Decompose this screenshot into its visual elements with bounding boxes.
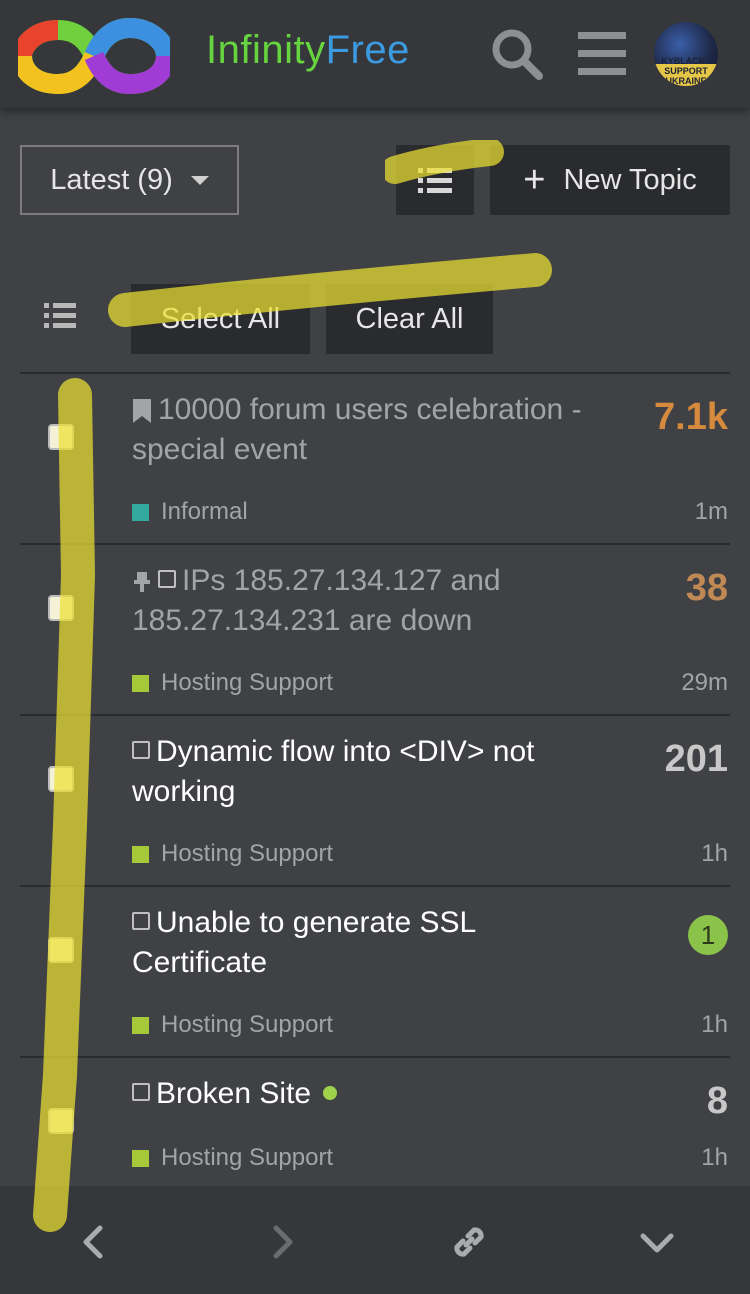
new-topic-button[interactable]: + New Topic	[490, 145, 730, 215]
topic-title-text: Broken Site	[156, 1077, 312, 1110]
brand-part-free: Free	[325, 28, 410, 72]
topic-age[interactable]: 1m	[695, 498, 728, 526]
topic-checkbox[interactable]	[48, 595, 74, 621]
topic-checkbox[interactable]	[48, 937, 74, 963]
category-label: Hosting Support	[161, 840, 334, 867]
topic-category[interactable]: Hosting Support	[132, 1011, 333, 1039]
topic-title[interactable]: IPs 185.27.134.127 and 185.27.134.231 ar…	[132, 561, 602, 641]
topic-row[interactable]: Unable to generate SSL Certificate Hosti…	[20, 885, 730, 1056]
topic-category[interactable]: Hosting Support	[132, 1144, 333, 1172]
category-label: Hosting Support	[161, 1011, 334, 1038]
topic-row[interactable]: 10000 forum users celebration - special …	[20, 372, 730, 543]
new-topic-label: New Topic	[563, 163, 697, 196]
category-color-swatch	[132, 674, 149, 692]
latest-filter-dropdown[interactable]: Latest (9)	[20, 145, 239, 215]
back-arrow-icon[interactable]	[74, 1222, 114, 1262]
unsolved-icon	[132, 912, 150, 931]
select-all-label: Select All	[160, 302, 281, 335]
category-label: Hosting Support	[161, 669, 334, 696]
reply-count[interactable]: 8	[707, 1080, 728, 1123]
topic-age[interactable]: 1h	[701, 840, 728, 868]
new-topic-dot-icon	[323, 1086, 338, 1100]
category-label: Hosting Support	[161, 1144, 334, 1171]
chevron-down-icon[interactable]	[637, 1222, 677, 1262]
user-avatar[interactable]: KYBLACK · SUPPORT UKRAINE	[654, 22, 718, 86]
clear-all-label: Clear All	[355, 302, 464, 335]
topic-checkbox[interactable]	[48, 766, 74, 792]
reply-count[interactable]: 7.1k	[654, 396, 728, 439]
reply-count[interactable]: 38	[686, 567, 728, 610]
site-header: InfinityFree KYBLACK · SUPPORT UKRAINE	[0, 0, 750, 108]
topic-title[interactable]: Unable to generate SSL Certificate	[132, 903, 602, 983]
unsolved-icon	[158, 570, 176, 589]
brand-part-infinity: Infinity	[206, 28, 326, 72]
unread-posts-badge[interactable]: 1	[688, 915, 728, 955]
avatar-text: KYBLACK · SUPPORT UKRAINE	[661, 56, 711, 86]
category-color-swatch	[132, 1016, 149, 1034]
topic-checkbox[interactable]	[48, 424, 74, 450]
category-label: Informal	[161, 498, 248, 525]
hamburger-menu-icon[interactable]	[575, 26, 631, 82]
clear-all-button[interactable]: Clear All	[326, 284, 493, 354]
share-link-icon[interactable]	[449, 1222, 489, 1262]
topic-age[interactable]: 29m	[681, 669, 728, 697]
topic-age[interactable]: 1h	[701, 1144, 728, 1172]
topic-row[interactable]: IPs 185.27.134.127 and 185.27.134.231 ar…	[20, 543, 730, 714]
chevron-down-icon	[190, 175, 209, 185]
topic-title-text: Dynamic flow into <DIV> not working	[132, 735, 535, 808]
category-color-swatch	[132, 1149, 149, 1167]
topic-title[interactable]: Dynamic flow into <DIV> not working	[132, 732, 602, 812]
list-icon	[418, 168, 452, 193]
topic-list: 10000 forum users celebration - special …	[20, 372, 730, 1196]
bulk-actions-icon[interactable]	[44, 300, 78, 330]
topic-checkbox[interactable]	[48, 1108, 74, 1134]
latest-filter-label: Latest (9)	[50, 163, 173, 196]
infinity-logo[interactable]	[18, 14, 170, 98]
topic-category[interactable]: Informal	[132, 498, 248, 526]
unsolved-icon	[132, 1083, 150, 1102]
category-color-swatch	[132, 503, 149, 521]
brand-name[interactable]: InfinityFree	[206, 28, 410, 73]
topic-row[interactable]: Dynamic flow into <DIV> not working Host…	[20, 714, 730, 885]
topic-title-text: 10000 forum users celebration - special …	[132, 393, 582, 466]
bookmark-icon	[133, 399, 151, 424]
topic-title[interactable]: Broken Site	[132, 1074, 602, 1114]
bulk-select-toggle-button[interactable]	[396, 145, 474, 215]
topic-title-text: IPs 185.27.134.127 and 185.27.134.231 ar…	[132, 564, 501, 637]
reply-count[interactable]: 201	[665, 738, 728, 781]
forward-arrow-icon[interactable]	[262, 1222, 302, 1262]
topic-category[interactable]: Hosting Support	[132, 669, 333, 697]
topic-title[interactable]: 10000 forum users celebration - special …	[132, 390, 602, 470]
unsolved-icon	[132, 741, 150, 760]
select-all-button[interactable]: Select All	[131, 284, 310, 354]
search-icon[interactable]	[489, 26, 545, 82]
pin-icon	[134, 572, 150, 593]
topic-category[interactable]: Hosting Support	[132, 840, 333, 868]
category-color-swatch	[132, 845, 149, 863]
topic-title-text: Unable to generate SSL Certificate	[132, 906, 476, 979]
topic-row[interactable]: Broken Site Hosting Support 8 1h	[20, 1056, 730, 1196]
plus-icon: +	[523, 159, 546, 201]
topic-age[interactable]: 1h	[701, 1011, 728, 1039]
